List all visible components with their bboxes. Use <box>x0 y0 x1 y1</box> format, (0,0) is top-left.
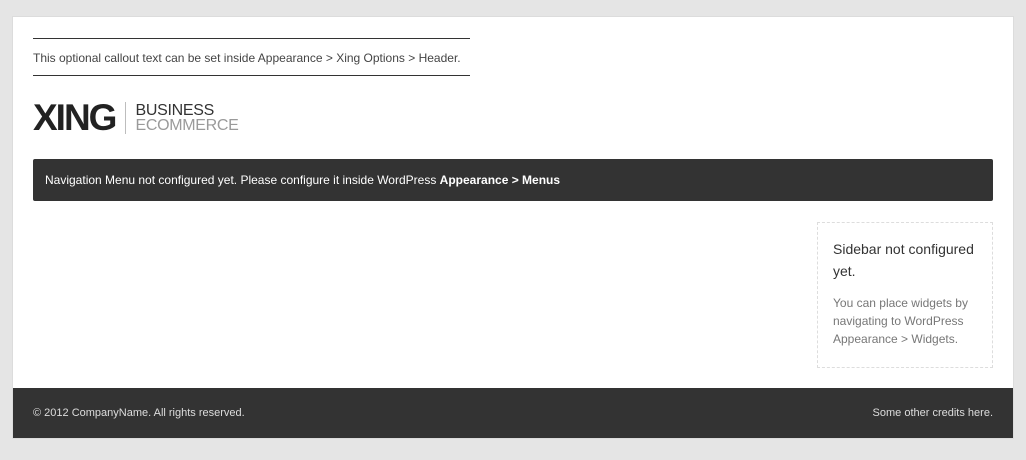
logo-mark: XING <box>33 97 117 138</box>
sidebar-text: You can place widgets by navigating to W… <box>833 296 968 346</box>
footer: © 2012 CompanyName. All rights reserved.… <box>13 388 1013 438</box>
logo-divider <box>125 102 127 134</box>
nav-notice-link[interactable]: Appearance > Menus <box>440 173 560 187</box>
callout-text: This optional callout text can be set in… <box>33 51 461 65</box>
footer-credits: Some other credits here. <box>872 407 993 419</box>
sidebar-widget-area: Sidebar not configured yet. You can plac… <box>817 222 993 368</box>
logo-tagline-line1: BUSINESS <box>135 102 214 119</box>
site-logo[interactable]: XING BUSINESS ECOMMERCE <box>33 97 239 138</box>
logo-tagline-line2: ECOMMERCE <box>135 117 239 134</box>
sidebar-title: Sidebar not configured yet. <box>833 241 974 279</box>
navigation-bar: Navigation Menu not configured yet. Plea… <box>33 159 993 201</box>
page-container: This optional callout text can be set in… <box>13 17 1013 438</box>
nav-notice-text: Navigation Menu not configured yet. Plea… <box>45 173 440 187</box>
header-callout: This optional callout text can be set in… <box>33 38 470 76</box>
logo-tagline: BUSINESS ECOMMERCE <box>135 102 239 134</box>
footer-copyright: © 2012 CompanyName. All rights reserved. <box>33 407 245 419</box>
